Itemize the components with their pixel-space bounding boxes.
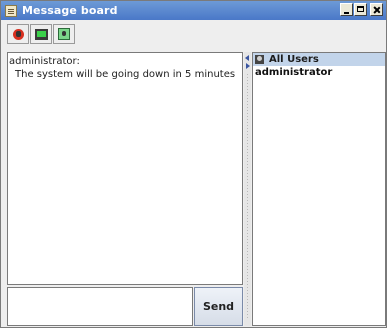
screen-icon bbox=[34, 28, 48, 40]
message-text: The system will be going down in 5 minut… bbox=[15, 69, 236, 80]
close-button[interactable] bbox=[370, 3, 383, 16]
monitor-icon bbox=[58, 28, 70, 40]
app-icon bbox=[5, 4, 17, 17]
split-pane-divider[interactable] bbox=[244, 52, 251, 326]
minimize-button[interactable] bbox=[340, 3, 353, 16]
toolbar bbox=[7, 24, 75, 44]
user-list-panel: All Users administrator bbox=[252, 52, 386, 326]
users-group-icon bbox=[255, 55, 264, 64]
title-bar[interactable]: Message board bbox=[1, 1, 386, 20]
monitor-button[interactable] bbox=[53, 24, 75, 44]
message-input[interactable] bbox=[7, 287, 193, 326]
maximize-button[interactable] bbox=[354, 3, 367, 16]
user-list-item[interactable]: administrator bbox=[253, 66, 385, 79]
divider-grip bbox=[247, 74, 248, 319]
all-users-label: All Users bbox=[269, 54, 319, 65]
user-button[interactable] bbox=[7, 24, 29, 44]
message-author: administrator: bbox=[9, 56, 80, 67]
window-controls bbox=[340, 3, 383, 16]
user-icon bbox=[12, 28, 24, 40]
send-button[interactable]: Send bbox=[194, 287, 243, 326]
all-users-node[interactable]: All Users bbox=[253, 53, 385, 66]
message-board-window: Message board administrator: The system … bbox=[0, 0, 387, 328]
window-title: Message board bbox=[22, 4, 118, 17]
message-display[interactable]: administrator: The system will be going … bbox=[7, 52, 243, 285]
screen-button[interactable] bbox=[30, 24, 52, 44]
